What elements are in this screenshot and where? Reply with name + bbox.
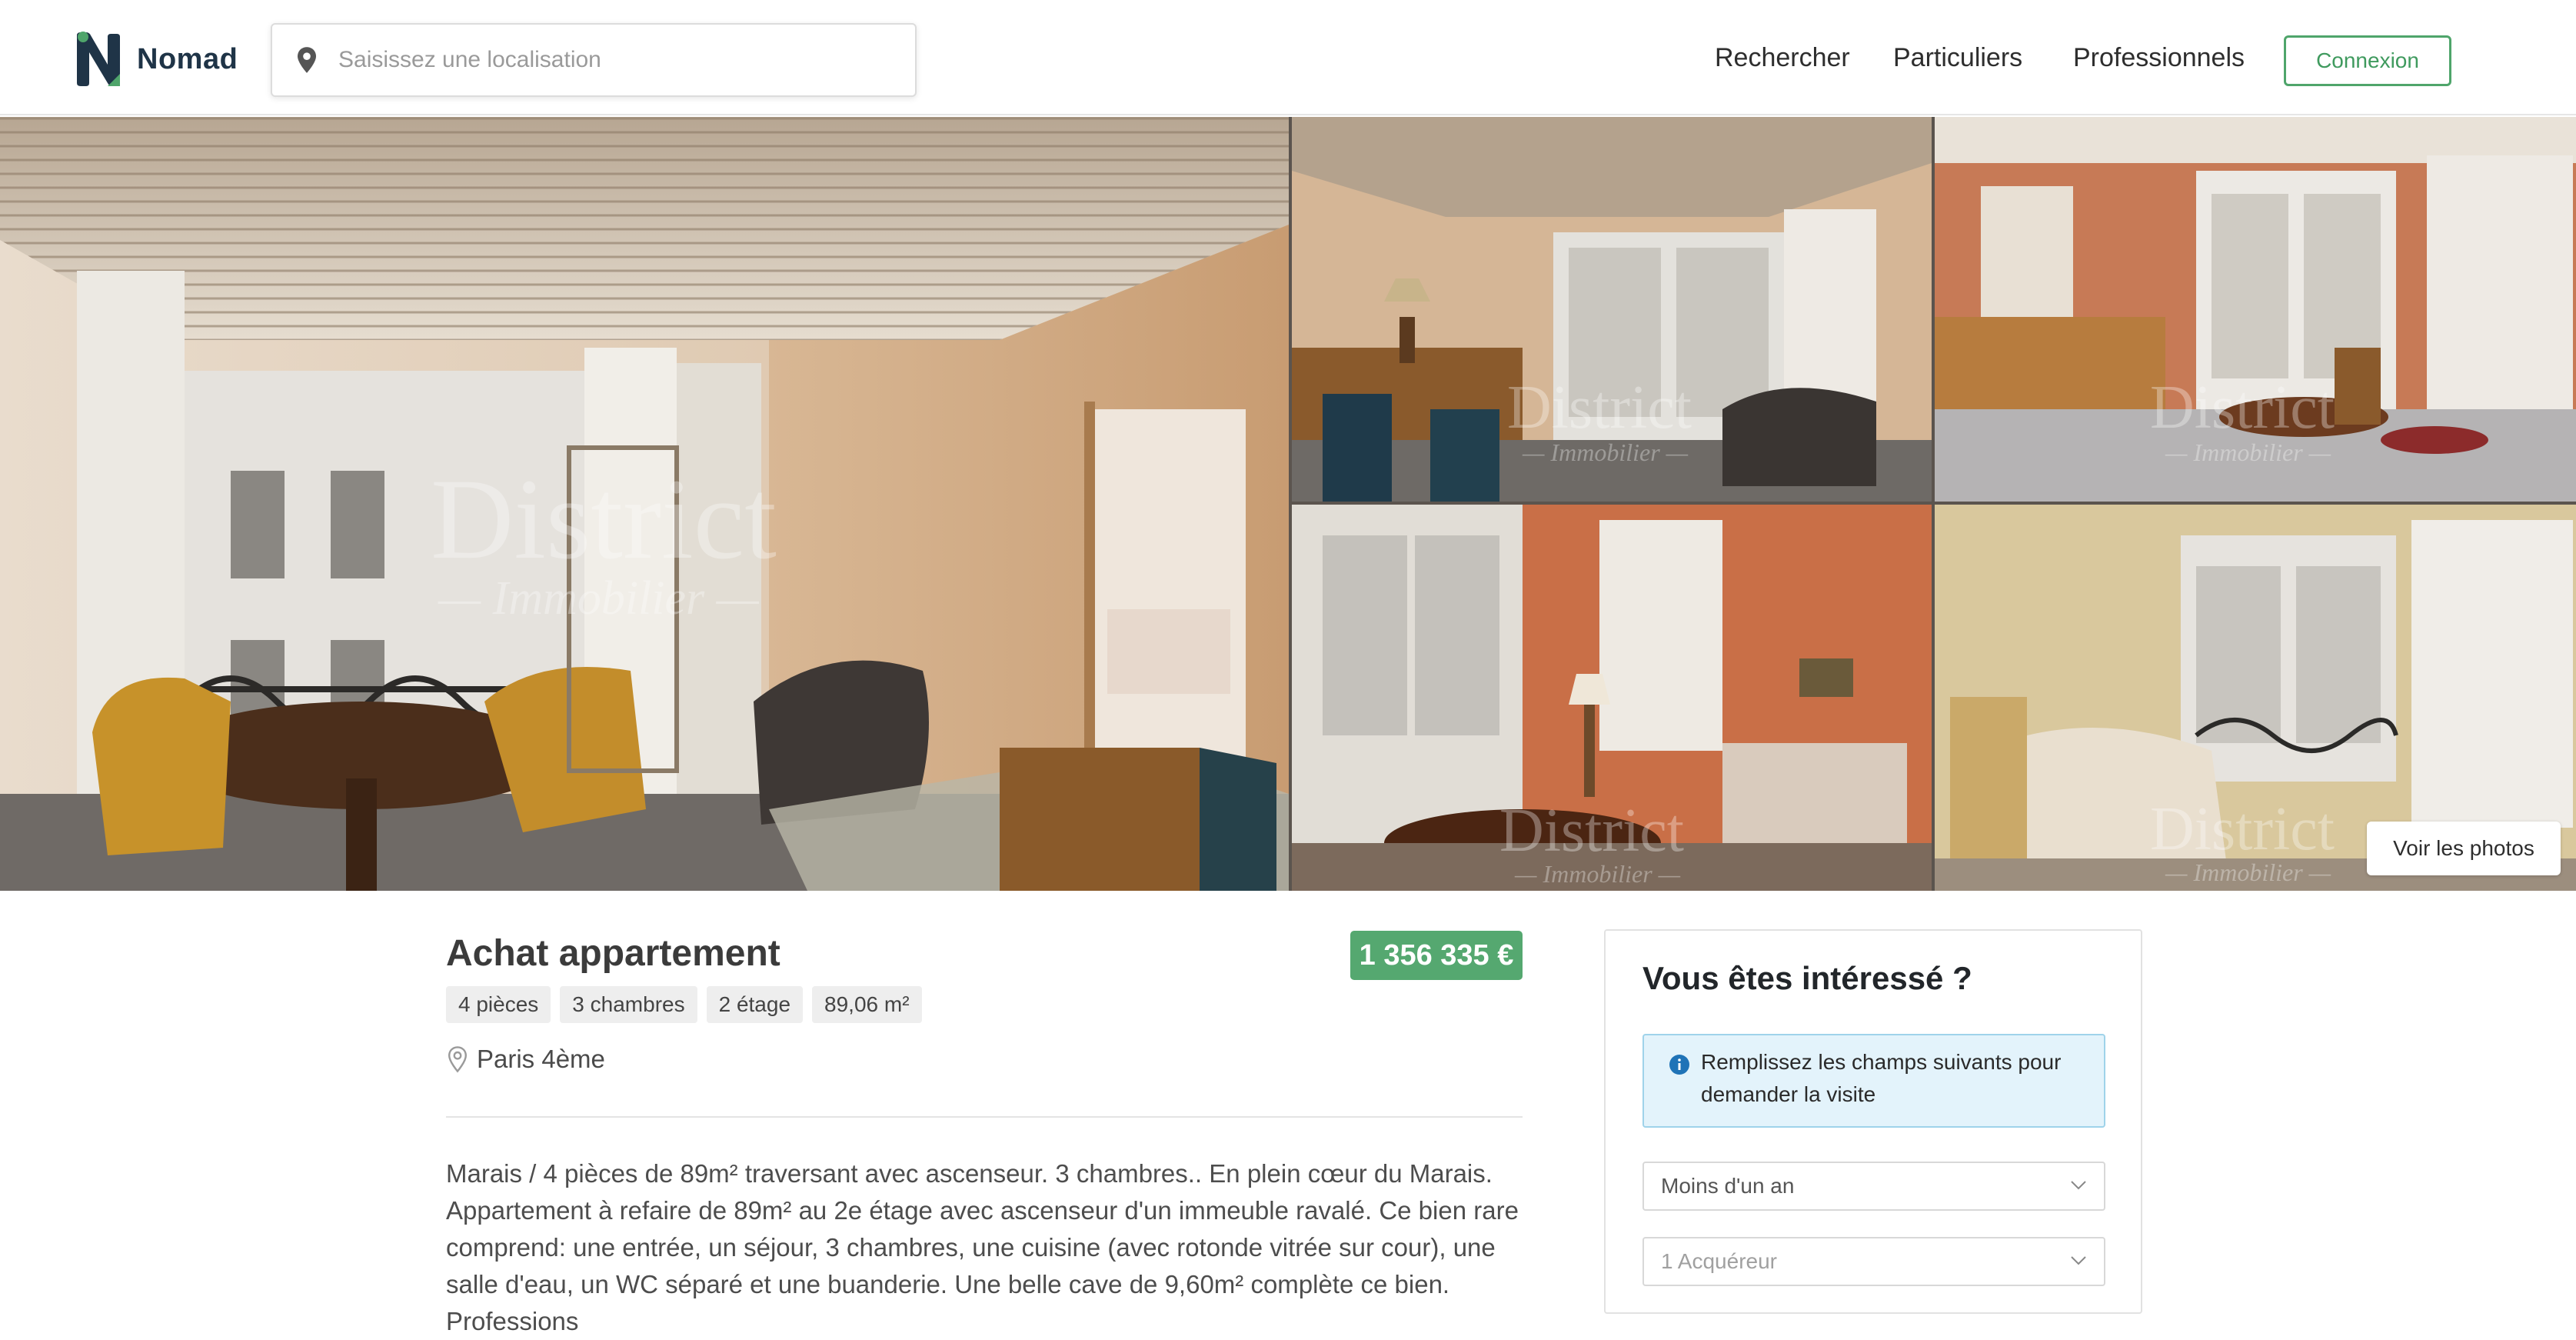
listing-description: Marais / 4 pièces de 89m² traversant ave… [446,1159,1519,1335]
location-pin-icon [448,1046,468,1073]
buyers-placeholder: 1 Acquéreur [1661,1249,1777,1273]
gallery-photo-3[interactable]: District — Immobilier — [1935,117,2576,502]
nav-professionnels[interactable]: Professionnels [2073,43,2245,73]
buyers-select[interactable]: 1 Acquéreur [1642,1237,2105,1286]
main-photo[interactable]: District — Immobilier — [0,117,1289,891]
tag-floor: 2 étage [706,986,804,1023]
chevron-down-icon [2071,1256,2086,1265]
living-room-photo [0,117,1289,891]
listing-location: Paris 4ème [446,1045,605,1074]
kitchen-photo [1935,117,2576,502]
info-text: Remplissez les champs suivants pour dema… [1701,1050,2062,1106]
tag-bedrooms: 3 chambres [560,986,697,1023]
brand-name: Nomad [137,42,238,75]
info-alert: Remplissez les champs suivants pour dema… [1642,1034,2105,1128]
location-text: Paris 4ème [477,1045,605,1073]
gallery-photo-4[interactable]: District — Immobilier — [1292,505,1932,891]
info-icon [1669,1055,1689,1075]
section-divider [446,1116,1523,1118]
login-button[interactable]: Connexion [2284,35,2451,86]
sitting-room-photo [1292,505,1932,891]
property-tags: 4 pièces 3 chambres 2 étage 89,06 m² [446,986,922,1023]
map-pin-icon [298,47,316,73]
brand-logo[interactable]: Nomad [74,31,238,88]
contact-title: Vous êtes intéressé ? [1642,960,1972,996]
location-search[interactable] [271,23,917,97]
contact-panel: Vous êtes intéressé ? Remplissez les cha… [1604,929,2142,1314]
timeframe-value: Moins d'un an [1661,1174,1795,1198]
location-input[interactable] [338,47,892,73]
chevron-down-icon [2071,1181,2086,1190]
top-header: Nomad Rechercher Particuliers Profession… [0,0,2576,115]
photo-gallery: District — Immobilier — District — Immob… [0,117,2576,891]
timeframe-select[interactable]: Moins d'un an [1642,1162,2105,1211]
dining-room-photo [1292,117,1932,502]
nav-particuliers[interactable]: Particuliers [1893,43,2022,73]
tag-rooms: 4 pièces [446,986,551,1023]
listing-title: Achat appartement [446,933,780,974]
price-badge: 1 356 335 € [1350,931,1523,980]
tag-surface: 89,06 m² [812,986,922,1023]
nomad-logo-icon [77,32,120,86]
nav-rechercher[interactable]: Rechercher [1715,43,1850,73]
view-photos-button[interactable]: Voir les photos [2367,822,2561,875]
gallery-photo-2[interactable]: District — Immobilier — [1292,117,1932,502]
